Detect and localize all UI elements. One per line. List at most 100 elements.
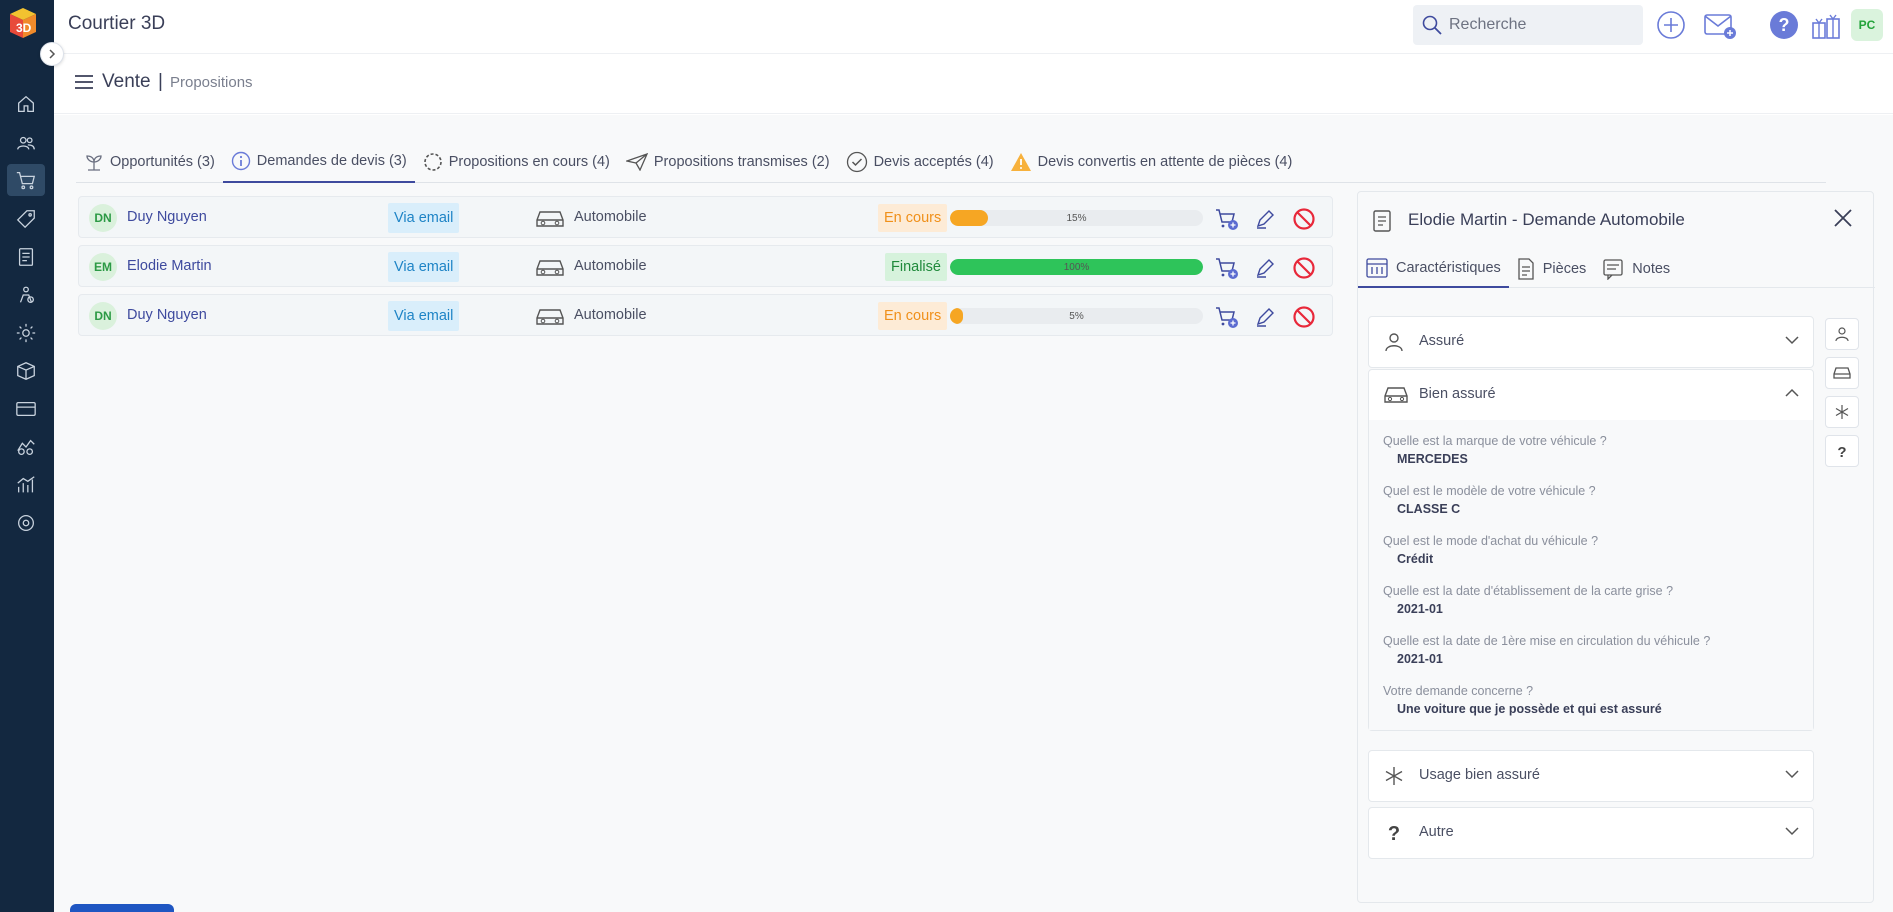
answer-value: 2021-01 (1397, 652, 1443, 666)
add-icon[interactable] (1654, 8, 1688, 42)
add-to-cart-button[interactable] (1214, 255, 1240, 281)
section-bien-assure[interactable]: Bien assuré Quelle est la marque de votr… (1368, 369, 1814, 731)
section-title: Usage bien assuré (1419, 767, 1540, 783)
menu-icon[interactable] (74, 74, 94, 95)
client-name-link[interactable]: Elodie Martin (127, 258, 212, 274)
breadcrumb-page: Propositions (170, 74, 253, 91)
paper-plane-icon (625, 153, 648, 171)
section-body: Quelle est la marque de votre véhicule ?… (1369, 420, 1813, 730)
section-quick-nav: ? (1825, 318, 1859, 474)
chevron-down-icon (1785, 827, 1799, 836)
jump-assure-button[interactable] (1825, 318, 1859, 350)
nav-contract-icon[interactable] (7, 241, 45, 273)
chevron-right-icon (49, 49, 56, 59)
jump-autre-button[interactable]: ? (1825, 435, 1859, 467)
channel-badge: Via email (388, 203, 460, 233)
insurance-type: Automobile (574, 209, 647, 225)
nav-tag-icon[interactable] (7, 203, 45, 235)
tab-label: Notes (1632, 261, 1671, 277)
spinner-icon (423, 153, 442, 171)
user-icon (1835, 327, 1849, 342)
tab-demandes-de-devis[interactable]: Demandes de devis (3) (222, 141, 415, 183)
edit-button[interactable] (1252, 255, 1278, 281)
close-icon (1834, 209, 1852, 227)
nav-finance-icon[interactable] (7, 431, 45, 463)
section-assure[interactable]: Assuré (1368, 316, 1814, 368)
edit-button[interactable] (1252, 206, 1278, 232)
sidebar: 3D (0, 0, 54, 912)
tab-label: Devis convertis en attente de pièces (4) (1037, 154, 1293, 170)
question-answer: Votre demande concerne ? Une voiture que… (1383, 684, 1799, 716)
tab-propositions-transmises[interactable]: Propositions transmises (2) (618, 141, 838, 183)
search-box[interactable] (1413, 5, 1643, 45)
question-label: Quelle est la date de 1ère mise en circu… (1383, 634, 1711, 648)
list-item[interactable]: DN Duy Nguyen Via email Automobile En co… (78, 294, 1333, 336)
client-name-link[interactable]: Duy Nguyen (127, 209, 207, 225)
chevron-down-icon (1785, 336, 1799, 345)
edit-button[interactable] (1252, 304, 1278, 330)
nav-settings-gear-icon[interactable] (7, 317, 45, 349)
svg-text:3D: 3D (16, 21, 32, 35)
pencil-icon (1256, 259, 1274, 278)
page-header: Vente | Propositions (54, 54, 1893, 114)
search-input[interactable] (1449, 16, 1629, 34)
user-avatar[interactable]: PC (1851, 9, 1883, 41)
tab-opportunites[interactable]: Opportunités (3) (76, 141, 223, 183)
section-autre[interactable]: ? Autre (1368, 807, 1814, 859)
sidebar-toggle-button[interactable] (40, 42, 64, 66)
app-logo[interactable]: 3D (6, 6, 40, 42)
client-name-link[interactable]: Duy Nguyen (127, 307, 207, 323)
cancel-button[interactable] (1291, 304, 1317, 330)
tab-notes[interactable]: Notes (1594, 250, 1678, 288)
cancel-button[interactable] (1291, 206, 1317, 232)
section-usage-bien-assure[interactable]: Usage bien assuré (1368, 750, 1814, 802)
notes-icon (1603, 259, 1623, 280)
question-answer: Quel est le mode d'achat du véhicule ? C… (1383, 534, 1799, 566)
snowflake-icon (1835, 405, 1849, 419)
tab-caracteristiques[interactable]: Caractéristiques (1358, 250, 1509, 288)
close-button[interactable] (1831, 206, 1855, 235)
breadcrumb-section[interactable]: Vente (102, 71, 151, 93)
list-item[interactable]: DN Duy Nguyen Via email Automobile En co… (78, 196, 1333, 238)
cancel-button[interactable] (1291, 255, 1317, 281)
channel-badge: Via email (388, 301, 460, 331)
tab-devis-convertis[interactable]: Devis convertis en attente de pièces (4) (1002, 141, 1301, 183)
nav-claims-icon[interactable] (7, 279, 45, 311)
progress-bar: 100% (950, 259, 1203, 275)
nav-config-gear-icon[interactable] (7, 507, 45, 539)
question-label: Quel est le modèle de votre véhicule ? (1383, 484, 1596, 498)
tab-devis-acceptes[interactable]: Devis acceptés (4) (838, 141, 1002, 183)
tab-pieces[interactable]: Pièces (1509, 250, 1595, 288)
progress-bar: 15% (950, 210, 1203, 226)
nav-statistics-icon[interactable] (7, 469, 45, 501)
gifts-icon[interactable] (1809, 8, 1843, 42)
add-to-cart-button[interactable] (1214, 206, 1240, 232)
tab-label: Demandes de devis (3) (256, 153, 407, 169)
list-item[interactable]: EM Elodie Martin Via email Automobile Fi… (78, 245, 1333, 287)
section-header[interactable]: ? Autre (1369, 808, 1813, 858)
document-icon (1373, 210, 1391, 232)
jump-usage-button[interactable] (1825, 396, 1859, 428)
nav-box-icon[interactable] (7, 355, 45, 387)
nav-payment-card-icon[interactable] (7, 393, 45, 425)
question-icon: ? (1388, 823, 1400, 844)
plant-icon (86, 155, 102, 171)
question-label: Quelle est la marque de votre véhicule ? (1383, 434, 1607, 448)
snowflake-icon (1385, 767, 1403, 785)
section-header[interactable]: Bien assuré (1369, 370, 1813, 420)
section-header[interactable]: Usage bien assuré (1369, 751, 1813, 801)
nav-home-icon[interactable] (7, 88, 45, 120)
section-title: Assuré (1419, 333, 1465, 349)
help-icon[interactable]: ? (1767, 8, 1801, 42)
quote-request-list: DN Duy Nguyen Via email Automobile En co… (78, 196, 1333, 343)
tab-propositions-en-cours[interactable]: Propositions en cours (4) (415, 141, 618, 183)
jump-bien-assure-button[interactable] (1825, 357, 1859, 389)
section-header[interactable]: Assuré (1369, 317, 1813, 367)
bottom-action-button[interactable] (70, 904, 174, 912)
add-to-cart-button[interactable] (1214, 304, 1240, 330)
nav-contacts-icon[interactable] (7, 127, 45, 159)
new-mail-icon[interactable] (1703, 8, 1737, 42)
svg-text:?: ? (1837, 444, 1846, 459)
answer-value: MERCEDES (1397, 452, 1468, 466)
nav-sales-cart-icon[interactable] (7, 164, 45, 196)
